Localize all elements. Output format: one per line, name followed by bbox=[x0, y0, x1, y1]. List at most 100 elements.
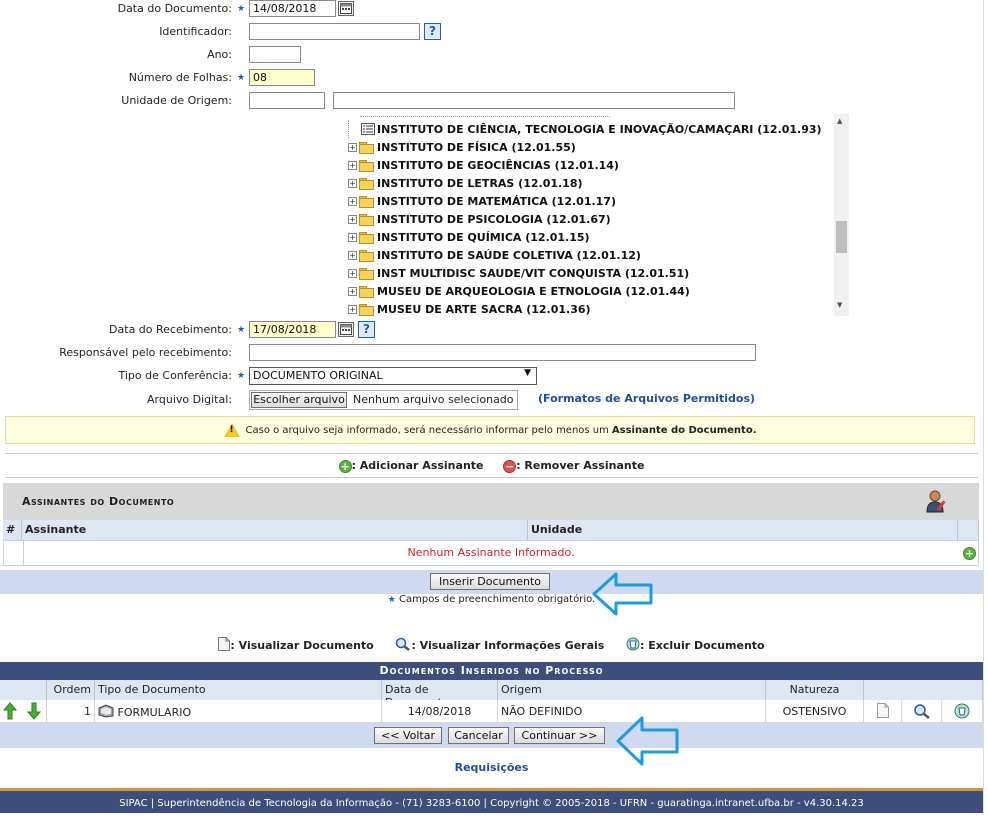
inserir-documento-button[interactable]: Inserir Documento bbox=[430, 573, 550, 590]
folder-icon bbox=[359, 213, 374, 226]
required-star: ★ bbox=[387, 595, 396, 605]
formatos-link[interactable]: (Formatos de Arquivos Permitidos) bbox=[538, 392, 755, 405]
tree-item[interactable]: + MUSEU DE ARTE SACRA (12.01.36) bbox=[348, 300, 591, 316]
required-star: ★ bbox=[237, 4, 246, 14]
scroll-up-icon[interactable]: ▲ bbox=[837, 117, 842, 125]
tree-item-label: INSTITUTO DE FÍSICA (12.01.55) bbox=[377, 140, 576, 154]
scroll-down-icon[interactable]: ▼ bbox=[837, 301, 842, 309]
required-star: ★ bbox=[237, 325, 246, 335]
calendar-icon[interactable] bbox=[338, 1, 354, 16]
tree-item-label: INSTITUTO DE PSICOLOGIA (12.01.67) bbox=[377, 212, 611, 226]
tree-item[interactable]: + INSTITUTO DE MATEMÁTICA (12.01.17) bbox=[348, 192, 616, 210]
document-icon bbox=[218, 637, 231, 651]
ano-input[interactable] bbox=[249, 46, 301, 63]
expand-icon[interactable]: + bbox=[348, 160, 357, 170]
folder-icon bbox=[359, 141, 374, 154]
expand-icon[interactable]: + bbox=[348, 214, 357, 224]
expand-icon[interactable]: + bbox=[348, 304, 357, 314]
document-icon[interactable] bbox=[876, 703, 889, 718]
file-input[interactable]: Escolher arquivo Nenhum arquivo selecion… bbox=[249, 390, 518, 410]
expand-icon[interactable]: + bbox=[348, 250, 357, 260]
add-icon[interactable]: + bbox=[963, 547, 976, 560]
ano-label: Ano: bbox=[207, 48, 232, 61]
numero-folhas-input[interactable] bbox=[249, 69, 315, 86]
expand-icon[interactable]: + bbox=[348, 268, 357, 278]
requisicoes-link[interactable]: Requisições bbox=[0, 761, 983, 774]
scrollbar-thumb[interactable] bbox=[836, 221, 847, 253]
tree-scrollbar[interactable]: ▲ ▼ bbox=[834, 114, 849, 316]
unidade-origem-code-input[interactable] bbox=[249, 92, 325, 109]
natureza-cell: OSTENSIVO bbox=[766, 700, 864, 723]
arrow-down-icon[interactable] bbox=[26, 702, 41, 720]
book-icon bbox=[98, 704, 114, 718]
delete-cell bbox=[942, 700, 983, 723]
tree-line bbox=[348, 120, 359, 138]
remove-assinante-label: : Remover Assinante bbox=[516, 459, 645, 472]
tree-item-label: INSTITUTO DE CIÊNCIA, TECNOLOGIA E INOVA… bbox=[377, 122, 822, 136]
tipo-cell: FORMULARIO bbox=[95, 700, 382, 723]
view-cell bbox=[864, 700, 902, 723]
magnifier-icon[interactable] bbox=[913, 703, 931, 719]
unidade-origem-name-input[interactable] bbox=[333, 92, 735, 109]
chevron-down-icon: ▼ bbox=[524, 368, 531, 378]
tree-item-label: INSTITUTO DE QUÍMICA (12.01.15) bbox=[377, 230, 590, 244]
tree-item[interactable]: + INSTITUTO DE SAÚDE COLETIVA (12.01.12) bbox=[348, 246, 641, 264]
tree-item-label: INSTITUTO DE GEOCIÊNCIAS (12.01.14) bbox=[377, 158, 619, 172]
warning-text: Caso o arquivo seja informado, será nece… bbox=[245, 424, 609, 436]
col-tipo: Tipo de Documento bbox=[95, 680, 382, 700]
continuar-button[interactable]: Continuar >> bbox=[514, 727, 605, 744]
folder-icon bbox=[359, 231, 374, 244]
hint-arrow-icon bbox=[592, 572, 653, 616]
tree-item[interactable]: + INSTITUTO DE LETRAS (12.01.18) bbox=[348, 174, 583, 192]
tree-partial-row bbox=[360, 114, 610, 117]
required-star: ★ bbox=[237, 73, 246, 83]
calendar-icon[interactable] bbox=[338, 322, 354, 337]
expand-icon[interactable]: + bbox=[348, 142, 357, 152]
col-origem: Origem bbox=[498, 680, 766, 700]
delete-bin-icon[interactable] bbox=[954, 703, 970, 719]
tree-item[interactable]: + INSTITUTO DE GEOCIÊNCIAS (12.01.14) bbox=[348, 156, 619, 174]
identificador-label: Identificador: bbox=[159, 25, 232, 38]
responsavel-input[interactable] bbox=[249, 344, 756, 361]
tree-item[interactable]: + INSTITUTO DE FÍSICA (12.01.55) bbox=[348, 138, 576, 156]
col-natureza: Natureza bbox=[766, 680, 864, 700]
legend-excluir: : Excluir Documento bbox=[640, 639, 765, 652]
unidade-origem-label: Unidade de Origem: bbox=[121, 94, 232, 107]
help-icon[interactable]: ? bbox=[358, 321, 375, 338]
assinantes-panel-header: Assinantes do Documento bbox=[3, 483, 979, 520]
documentos-title: Documentos Inseridos no Processo bbox=[0, 662, 983, 680]
tree-item-label: MUSEU DE ARTE SACRA (12.01.36) bbox=[377, 302, 591, 316]
unidade-tree[interactable]: INSTITUTO DE CIÊNCIA, TECNOLOGIA E INOVA… bbox=[342, 114, 849, 316]
tree-item[interactable]: + INSTITUTO DE QUÍMICA (12.01.15) bbox=[348, 228, 590, 246]
data-documento-label: Data do Documento: bbox=[117, 2, 232, 15]
tree-item-label: INSTITUTO DE MATEMÁTICA (12.01.17) bbox=[377, 194, 616, 208]
arrow-up-icon[interactable] bbox=[2, 702, 18, 720]
divider bbox=[5, 453, 978, 454]
expand-icon[interactable]: + bbox=[348, 286, 357, 296]
voltar-button[interactable]: << Voltar bbox=[374, 727, 442, 744]
empty-message: Nenhum Assinante Informado. bbox=[407, 546, 575, 559]
legend: : Visualizar Documento : Visualizar Info… bbox=[0, 637, 983, 652]
col-move bbox=[0, 680, 47, 700]
identificador-input[interactable] bbox=[249, 23, 420, 40]
tipo-conferencia-select[interactable]: DOCUMENTO ORIGINAL ▼ bbox=[249, 367, 537, 385]
choose-file-button[interactable]: Escolher arquivo bbox=[251, 392, 347, 408]
tree-item[interactable]: INSTITUTO DE CIÊNCIA, TECNOLOGIA E INOVA… bbox=[348, 120, 822, 138]
tipo-conferencia-value: DOCUMENTO ORIGINAL bbox=[253, 369, 383, 382]
user-signature-icon[interactable] bbox=[923, 488, 949, 514]
add-assinante-label: : Adicionar Assinante bbox=[351, 459, 484, 472]
info-cell bbox=[902, 700, 942, 723]
folder-icon bbox=[359, 195, 374, 208]
warning-icon: ! bbox=[223, 423, 240, 437]
tree-item[interactable]: + INSTITUTO DE PSICOLOGIA (12.01.67) bbox=[348, 210, 611, 228]
expand-icon[interactable]: + bbox=[348, 178, 357, 188]
responsavel-label: Responsável pelo recebimento: bbox=[59, 346, 232, 359]
expand-icon[interactable]: + bbox=[348, 232, 357, 242]
data-documento-input[interactable] bbox=[249, 0, 336, 17]
tree-item[interactable]: + MUSEU DE ARQUEOLOGIA E ETNOLOGIA (12.01… bbox=[348, 282, 690, 300]
help-icon[interactable]: ? bbox=[424, 23, 441, 40]
tree-item[interactable]: + INST MULTIDISC SAUDE/VIT CONQUISTA (12.… bbox=[348, 264, 689, 282]
expand-icon[interactable]: + bbox=[348, 196, 357, 206]
cancelar-button[interactable]: Cancelar bbox=[448, 727, 509, 744]
data-recebimento-input[interactable] bbox=[249, 321, 336, 338]
